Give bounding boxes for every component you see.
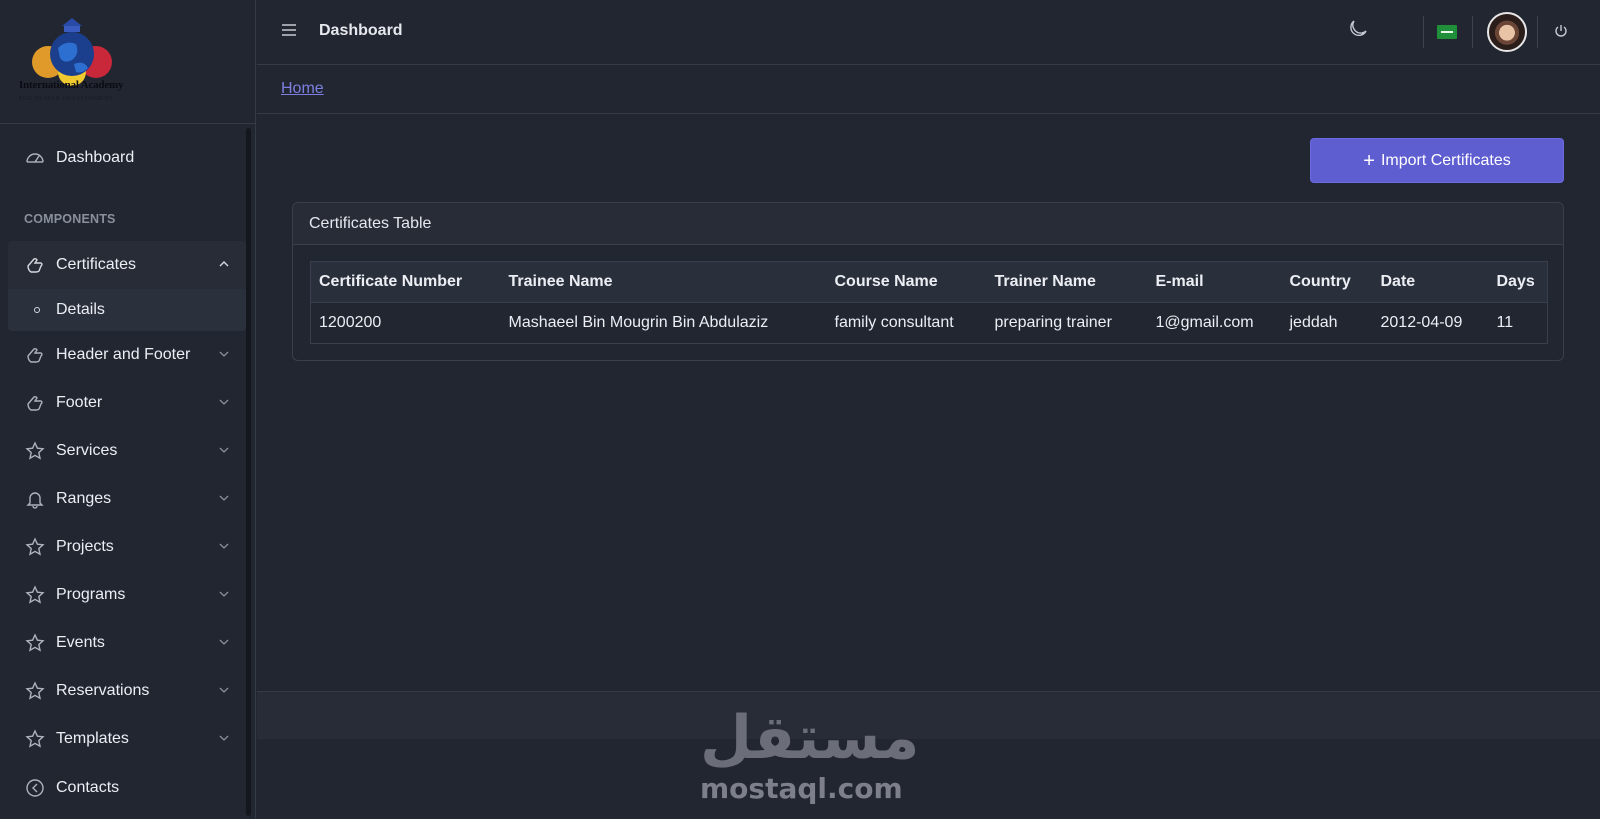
sidebar-item-dashboard[interactable]: Dashboard xyxy=(8,134,246,182)
import-certificates-button[interactable]: + Import Certificates xyxy=(1310,138,1564,183)
star-icon xyxy=(24,680,46,702)
table-cell: jeddah xyxy=(1281,302,1373,344)
sidebar-item-label: Contacts xyxy=(56,779,120,796)
table-header-row: Certificate Number Trainee Name Course N… xyxy=(310,261,1548,303)
table-cell: family consultant xyxy=(826,302,987,344)
header-divider xyxy=(1472,16,1473,48)
table-cell: 1200200 xyxy=(310,302,501,344)
sidebar-item-label: Footer xyxy=(56,394,103,411)
column-header[interactable]: Days xyxy=(1488,261,1548,303)
sidebar-item-label: Templates xyxy=(56,730,129,747)
chevron-down-icon xyxy=(219,495,229,501)
column-header[interactable]: Trainer Name xyxy=(986,261,1148,303)
sidebar-item-programs[interactable]: Programs xyxy=(8,571,246,619)
sidebar-item-reservations[interactable]: Reservations xyxy=(8,667,246,715)
sidebar-scrollbar[interactable] xyxy=(246,128,251,816)
table-cell: 11 xyxy=(1488,302,1548,344)
sidebar-item-label: Reservations xyxy=(56,682,150,699)
chevron-down-icon xyxy=(219,351,229,357)
brand-name: International Academy xyxy=(19,79,124,91)
sidebar-item-certificates[interactable]: Certificates xyxy=(8,241,246,289)
speedometer-icon xyxy=(24,147,46,169)
table-cell: 1@gmail.com xyxy=(1147,302,1282,344)
table-row[interactable]: 1200200 Mashaeel Bin Mougrin Bin Abdulaz… xyxy=(310,302,1548,344)
column-header[interactable]: E-mail xyxy=(1147,261,1282,303)
brand-subtitle: FOR HUMAN DEVELOPMENT xyxy=(19,96,114,102)
sidebar-item-label: Projects xyxy=(56,538,114,555)
sidebar-item-services[interactable]: Services xyxy=(8,427,246,475)
sidebar-item-label: Programs xyxy=(56,586,126,603)
sidebar-item-contacts[interactable]: Contacts xyxy=(8,764,246,812)
moon-icon[interactable] xyxy=(1347,18,1369,40)
star-icon xyxy=(24,440,46,462)
breadcrumb: Home xyxy=(257,65,1600,114)
contacts-icon xyxy=(24,777,46,799)
sidebar-item-events[interactable]: Events xyxy=(8,619,246,667)
button-label: Import Certificates xyxy=(1380,151,1511,169)
table-cell: preparing trainer xyxy=(986,302,1148,344)
table-cell: 2012-04-09 xyxy=(1372,302,1489,344)
sidebar-item-ranges[interactable]: Ranges xyxy=(8,475,246,523)
sidebar-item-label: Header and Footer xyxy=(56,346,191,363)
chevron-down-icon xyxy=(219,447,229,453)
menu-icon[interactable] xyxy=(281,22,297,38)
star-icon xyxy=(24,728,46,750)
chevron-down-icon xyxy=(219,735,229,741)
chevron-down-icon xyxy=(219,543,229,549)
column-header[interactable]: Country xyxy=(1281,261,1373,303)
sidebar-item-label: Details xyxy=(56,301,105,318)
bullet-icon xyxy=(34,307,40,313)
academy-logo xyxy=(32,18,112,86)
column-header[interactable]: Course Name xyxy=(826,261,987,303)
sidebar: International Academy FOR HUMAN DEVELOPM… xyxy=(0,0,256,819)
column-header[interactable]: Trainee Name xyxy=(500,261,827,303)
sidebar-item-label: Dashboard xyxy=(56,149,135,166)
certificates-card: Certificates Table Certificate Number Tr… xyxy=(292,202,1564,361)
sidebar-item-label: Ranges xyxy=(56,490,112,507)
sidebar-item-templates[interactable]: Templates xyxy=(8,715,246,763)
sidebar-item-header-and-footer[interactable]: Header and Footer xyxy=(8,331,246,379)
column-header[interactable]: Certificate Number xyxy=(310,261,501,303)
chevron-down-icon xyxy=(219,399,229,405)
brand[interactable]: International Academy FOR HUMAN DEVELOPM… xyxy=(0,0,255,124)
sidebar-item-label: Certificates xyxy=(56,256,137,273)
certificates-table: Certificate Number Trainee Name Course N… xyxy=(310,261,1548,344)
sidebar-item-label: Events xyxy=(56,634,105,651)
plus-icon: + xyxy=(1363,149,1375,172)
power-icon[interactable] xyxy=(1554,24,1568,38)
star-icon xyxy=(24,536,46,558)
page-title: Dashboard xyxy=(319,22,403,39)
nav-section-title: COMPONENTS xyxy=(24,212,116,226)
top-header: Dashboard xyxy=(257,0,1600,65)
watermark-arabic: مستقل xyxy=(700,703,920,773)
hand-icon xyxy=(24,392,46,414)
sidebar-item-footer[interactable]: Footer xyxy=(8,379,246,427)
hand-icon xyxy=(24,254,46,276)
chevron-down-icon xyxy=(219,687,229,693)
watermark-latin: mostaql.com xyxy=(700,772,903,805)
sidebar-subitem-details[interactable]: Details xyxy=(8,289,246,331)
star-icon xyxy=(24,632,46,654)
breadcrumb-home-link[interactable]: Home xyxy=(281,80,324,98)
chevron-down-icon xyxy=(219,591,229,597)
bell-icon xyxy=(24,488,46,510)
header-divider xyxy=(1537,16,1538,48)
saudi-flag-icon[interactable] xyxy=(1437,25,1457,39)
avatar[interactable] xyxy=(1487,12,1527,52)
header-divider xyxy=(1423,16,1424,48)
chevron-down-icon xyxy=(219,639,229,645)
hand-icon xyxy=(24,344,46,366)
column-header[interactable]: Date xyxy=(1372,261,1489,303)
star-icon xyxy=(24,584,46,606)
chevron-up-icon xyxy=(219,261,229,267)
card-title: Certificates Table xyxy=(293,203,1563,245)
sidebar-item-label: Services xyxy=(56,442,118,459)
page-footer xyxy=(257,691,1600,739)
table-cell: Mashaeel Bin Mougrin Bin Abdulaziz xyxy=(500,302,827,344)
sidebar-item-projects[interactable]: Projects xyxy=(8,523,246,571)
